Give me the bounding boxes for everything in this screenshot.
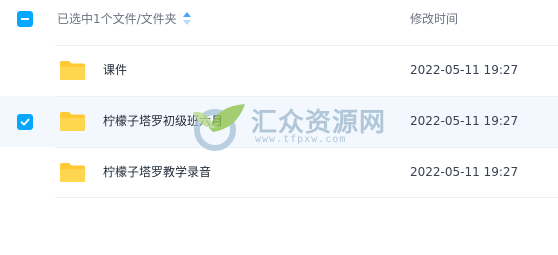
watermark-url: www.tfpxw.com	[255, 134, 347, 145]
list-header: 已选中1个文件/文件夹 修改时间	[0, 0, 558, 44]
row-divider	[55, 45, 558, 46]
folder-icon	[60, 163, 85, 182]
folder-icon	[60, 61, 85, 80]
file-modified-time: 2022-05-11 19:27	[410, 165, 519, 179]
select-all-checkbox[interactable]	[17, 11, 33, 27]
file-name[interactable]: 柠檬子塔罗教学录音	[103, 164, 211, 180]
file-modified-time: 2022-05-11 19:27	[410, 63, 519, 77]
file-modified-time: 2022-05-11 19:27	[410, 114, 519, 128]
row-divider	[55, 197, 558, 198]
folder-icon	[60, 112, 85, 131]
modified-column-header[interactable]: 修改时间	[410, 11, 458, 27]
row-checkbox-checked[interactable]	[17, 114, 33, 130]
checkmark-icon	[20, 118, 30, 126]
watermark-logo-icon	[193, 104, 245, 151]
sort-icon[interactable]	[183, 12, 191, 25]
file-name[interactable]: 课件	[103, 62, 127, 78]
watermark: 汇众资源网 www.tfpxw.com	[187, 96, 385, 158]
name-column-header[interactable]: 已选中1个文件/文件夹	[57, 11, 177, 27]
file-row[interactable]: 课件 2022-05-11 19:27	[0, 45, 558, 96]
